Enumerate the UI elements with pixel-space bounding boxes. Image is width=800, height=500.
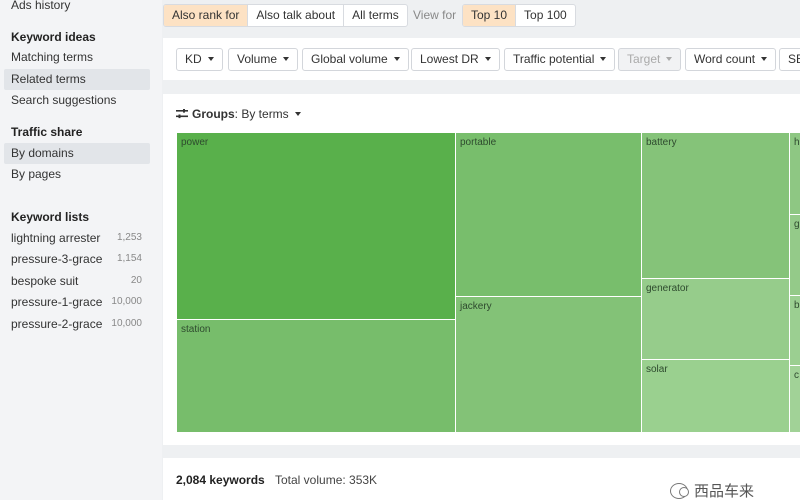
keyword-list-name: pressure-1-grace <box>11 295 103 309</box>
volume-filter-button[interactable]: Volume <box>228 48 299 71</box>
tab-all-terms[interactable]: All terms <box>344 5 407 26</box>
keyword-list-count: 10,000 <box>111 318 142 329</box>
wechat-icon <box>670 482 689 499</box>
treemap-cell-label: c <box>794 370 799 381</box>
watermark-text: 西品车来 <box>694 483 755 500</box>
filter-label: SE <box>788 52 800 66</box>
sidebar-item-matching-terms[interactable]: Matching terms <box>4 47 150 68</box>
treemap-cell-jackery[interactable]: jackery <box>455 296 642 432</box>
treemap-cell-power[interactable]: power <box>176 132 456 320</box>
keyword-list-name: bespoke suit <box>11 274 79 288</box>
treemap-cell-station[interactable]: station <box>176 319 456 432</box>
treemap-cell-generator[interactable]: generator <box>641 278 790 360</box>
treemap-cell-label: solar <box>646 364 668 375</box>
groups-label: Groups <box>192 107 235 121</box>
filter-label: Word count <box>694 52 756 66</box>
treemap-cell-label: b <box>794 300 800 311</box>
word-count-filter-button[interactable]: Word count <box>685 48 777 71</box>
treemap-cell-label: power <box>181 137 209 148</box>
tab-top-10[interactable]: Top 10 <box>463 5 517 26</box>
traffic-potential-filter-button[interactable]: Traffic potential <box>504 48 616 71</box>
target-filter-button: Target <box>618 48 682 71</box>
treemap-panel: Groups: By terms power station portable … <box>163 94 800 445</box>
treemap-cell-h[interactable]: h <box>789 132 800 215</box>
filter-bar: KD Volume Global volume Lowest DR Traffi… <box>163 38 800 80</box>
treemap-cell-c[interactable]: c <box>789 365 800 432</box>
keyword-list-item[interactable]: pressure-2-grace 10,000 <box>0 314 150 334</box>
sidebar-item-related-terms[interactable]: Related terms <box>4 69 150 90</box>
caret-down-icon <box>393 56 400 61</box>
sliders-icon <box>176 109 188 119</box>
tab-top-100[interactable]: Top 100 <box>516 5 575 26</box>
caret-down-icon <box>207 56 214 61</box>
keyword-list-count: 1,253 <box>116 232 142 243</box>
treemap-cell-label: g <box>794 219 800 230</box>
treemap-cell-g[interactable]: g <box>789 214 800 296</box>
treemap-cell-b[interactable]: b <box>789 295 800 366</box>
view-toggle-group: Top 10 Top 100 <box>462 4 576 27</box>
section-heading-keyword-lists: Keyword lists <box>11 210 90 224</box>
caret-down-icon <box>484 56 491 61</box>
treemap-cell-label: generator <box>646 283 689 294</box>
keyword-list-count: 20 <box>130 275 142 286</box>
treemap-cell-battery[interactable]: battery <box>641 132 790 279</box>
keyword-list-count: 1,154 <box>116 253 142 264</box>
tab-also-talk-about[interactable]: Also talk about <box>248 5 345 26</box>
groups-selector[interactable]: Groups: By terms <box>176 106 301 122</box>
section-heading-traffic-share: Traffic share <box>11 125 83 139</box>
sidebar-item-by-domains[interactable]: By domains <box>4 143 150 164</box>
treemap-cell-label: battery <box>646 137 677 148</box>
watermark: 西品车来 <box>670 480 754 500</box>
total-volume: Total volume: 353K <box>275 473 378 487</box>
view-for-label: View for <box>413 8 457 22</box>
keywords-count: 2,084 keywords <box>176 473 265 487</box>
keyword-list-item[interactable]: lightning arrester 1,253 <box>0 228 150 248</box>
groups-value: By terms <box>241 107 289 121</box>
sidebar: Ads history Keyword ideas Matching terms… <box>0 0 162 500</box>
filter-label: Global volume <box>311 52 388 66</box>
treemap-cell-portable[interactable]: portable <box>455 132 642 297</box>
filter-label: Traffic potential <box>513 52 595 66</box>
lowest-dr-filter-button[interactable]: Lowest DR <box>411 48 500 71</box>
section-heading-keyword-ideas: Keyword ideas <box>11 30 96 44</box>
kd-filter-button[interactable]: KD <box>176 48 223 71</box>
sidebar-item-search-suggestions[interactable]: Search suggestions <box>4 90 150 111</box>
keyword-list-item[interactable]: pressure-3-grace 1,154 <box>0 249 150 269</box>
results-summary: 2,084 keywords Total volume: 353K 西品车来 <box>163 458 800 500</box>
treemap-cell-label: h <box>794 137 800 148</box>
sidebar-item-ads-history[interactable]: Ads history <box>4 0 150 16</box>
keyword-list-item[interactable]: bespoke suit 20 <box>0 271 150 291</box>
treemap: power station portable jackery battery g… <box>176 132 800 432</box>
keyword-list-count: 10,000 <box>111 296 142 307</box>
treemap-cell-label: station <box>181 324 211 335</box>
filter-label: KD <box>185 52 202 66</box>
treemap-cell-solar[interactable]: solar <box>641 359 790 432</box>
caret-down-icon <box>761 56 768 61</box>
keyword-list-name: pressure-3-grace <box>11 252 103 266</box>
global-volume-filter-button[interactable]: Global volume <box>302 48 409 71</box>
caret-down-icon <box>600 56 607 61</box>
treemap-cell-label: jackery <box>460 301 492 312</box>
caret-down-icon <box>283 56 290 61</box>
keyword-list-name: pressure-2-grace <box>11 317 103 331</box>
treemap-cell-label: portable <box>460 137 497 148</box>
se-filter-button[interactable]: SE <box>779 48 800 71</box>
keyword-list-name: lightning arrester <box>11 231 101 245</box>
sidebar-item-by-pages[interactable]: By pages <box>4 164 150 185</box>
tab-also-rank-for[interactable]: Also rank for <box>164 5 249 26</box>
filter-label: Target <box>627 52 661 66</box>
filter-label: Volume <box>237 52 278 66</box>
mode-toggle-group: Also rank for Also talk about All terms <box>163 4 408 27</box>
filter-label: Lowest DR <box>420 52 479 66</box>
keyword-list-item[interactable]: pressure-1-grace 10,000 <box>0 292 150 312</box>
caret-down-icon <box>666 56 673 61</box>
caret-down-icon <box>294 111 301 116</box>
